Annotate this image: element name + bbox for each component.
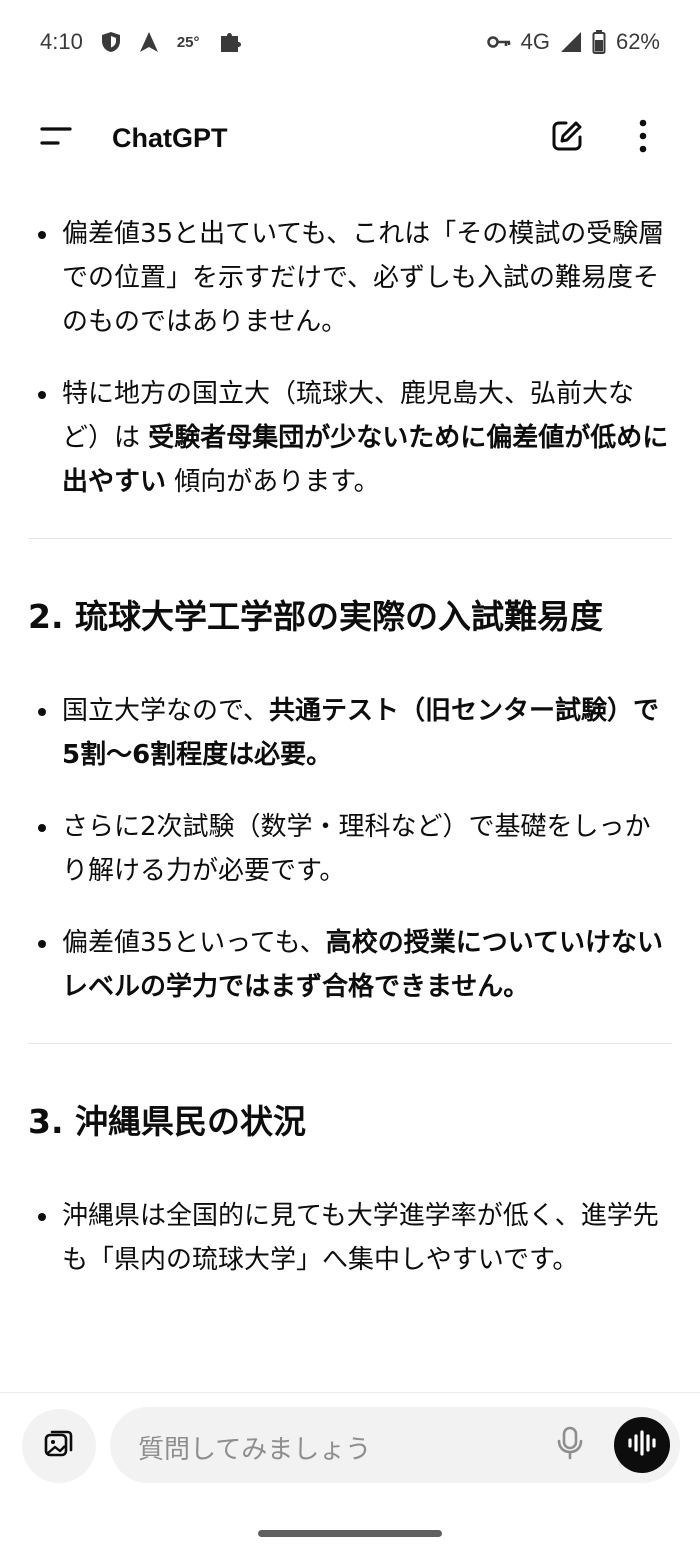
section2-list: 国立大学なので、共通テスト（旧センター試験）で5割〜6割程度は必要。さらに2次試… — [28, 689, 672, 1009]
bullet-item: 偏差値35と出ていても、これは「その模試の受験層での位置」を示すだけで、必ずしも… — [28, 212, 672, 344]
divider — [28, 1043, 672, 1044]
puzzle-icon — [218, 30, 242, 54]
mic-button[interactable] — [550, 1425, 590, 1465]
more-vertical-icon — [639, 119, 647, 157]
signal-icon — [560, 31, 582, 53]
key-icon — [486, 35, 511, 49]
attach-image-icon — [43, 1428, 75, 1464]
bullet-item: 偏差値35といっても、高校の授業についていけないレベルの学力ではまず合格できませ… — [28, 921, 672, 1009]
voice-mode-icon — [627, 1430, 657, 1460]
text: 沖縄県は全国的に見ても大学進学率が低く、進学先も「県内の琉球大学」へ集中しやすい… — [62, 1201, 659, 1275]
battery-level: 62% — [615, 29, 660, 54]
menu-icon — [40, 126, 72, 150]
app-bar: ChatGPT — [0, 96, 700, 180]
composer: 質問してみましょう — [0, 1392, 700, 1497]
message-input[interactable]: 質問してみましょう — [110, 1407, 680, 1483]
bullet-item: さらに2次試験（数学・理科など）で基礎をしっかり解ける力が必要です。 — [28, 805, 672, 893]
new-chat-button[interactable] — [542, 113, 592, 163]
network-type: 4G — [520, 29, 550, 54]
status-temperature: 25° — [176, 33, 200, 51]
voice-mode-button[interactable] — [614, 1417, 670, 1473]
text: 偏差値35と出ていても、これは「その模試の受験層での位置」を示すだけで、必ずしも… — [62, 219, 665, 337]
bullet-item: 国立大学なので、共通テスト（旧センター試験）で5割〜6割程度は必要。 — [28, 689, 672, 777]
bullet-item: 特に地方の国立大（琉球大、鹿児島大、弘前大など）は 受験者母集団が少ないために偏… — [28, 372, 672, 504]
divider — [28, 538, 672, 539]
battery-icon — [592, 30, 606, 54]
shield-icon — [101, 31, 121, 53]
new-chat-icon — [550, 119, 584, 157]
input-placeholder: 質問してみましょう — [138, 1435, 372, 1465]
status-right: 4G 62% — [486, 29, 660, 55]
bullet-item: 沖縄県は全国的に見ても大学進学率が低く、進学先も「県内の琉球大学」へ集中しやすい… — [28, 1194, 672, 1282]
attach-button[interactable] — [22, 1409, 96, 1483]
menu-button[interactable] — [28, 110, 84, 166]
microphone-icon — [557, 1426, 583, 1464]
status-time: 4:10 — [40, 29, 83, 54]
section3-list: 沖縄県は全国的に見ても大学進学率が低く、進学先も「県内の琉球大学」へ集中しやすい… — [28, 1194, 672, 1282]
app-title[interactable]: ChatGPT — [112, 123, 228, 154]
text: さらに2次試験（数学・理科など）で基礎をしっかり解ける力が必要です。 — [62, 812, 651, 886]
app-actions — [542, 113, 668, 163]
navigation-arrow-icon — [139, 31, 159, 53]
more-options-button[interactable] — [618, 113, 668, 163]
text: 国立大学なので、 — [62, 696, 269, 726]
section2-heading: 2. 琉球大学工学部の実際の入試難易度 — [28, 597, 603, 636]
status-bar: 4:10 25° 4G 62% — [0, 0, 700, 84]
text: 偏差値35といっても、 — [62, 928, 326, 958]
assistant-message: 偏差値35と出ていても、これは「その模試の受験層での位置」を示すだけで、必ずしも… — [28, 212, 672, 1390]
section3-heading: 3. 沖縄県民の状況 — [28, 1102, 306, 1141]
section1-list: 偏差値35と出ていても、これは「その模試の受験層での位置」を示すだけで、必ずしも… — [28, 212, 672, 504]
home-indicator[interactable] — [258, 1530, 442, 1537]
status-left: 4:10 25° — [40, 29, 242, 55]
text: 傾向があります。 — [166, 467, 380, 497]
